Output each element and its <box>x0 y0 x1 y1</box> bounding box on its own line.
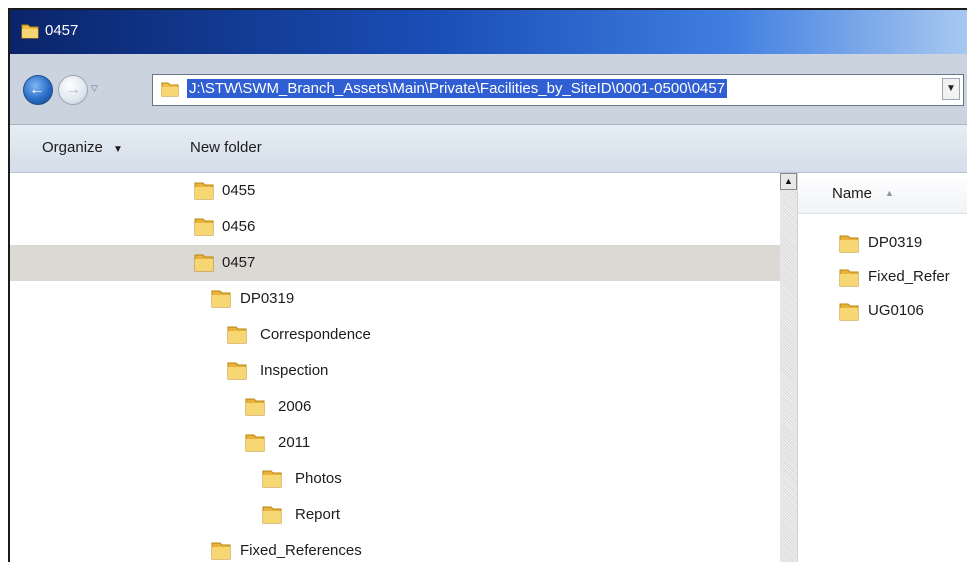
window-title: 0457 <box>45 22 79 39</box>
file-list-pane: Name ▲ DP0319 Fixed_Refer UG0106 <box>797 173 967 562</box>
tree-item-label: Photos <box>295 470 342 487</box>
navigation-bar: ← → ▽ J:\STW\SWM_Branch_Assets\Main\Priv… <box>10 54 967 125</box>
folder-icon <box>193 253 215 278</box>
folder-icon <box>261 505 283 530</box>
explorer-window: 0457 ← → ▽ J:\STW\SWM_Branch_Assets\Main… <box>8 8 967 562</box>
tree-item-label: Fixed_References <box>240 542 362 559</box>
file-list-item[interactable]: Fixed_Refer <box>798 261 967 295</box>
sort-ascending-icon: ▲ <box>885 188 894 198</box>
new-folder-button[interactable]: New folder <box>190 139 262 156</box>
file-list-item-label: DP0319 <box>868 234 923 251</box>
tree-item-label: DP0319 <box>240 290 295 307</box>
file-list-item[interactable]: UG0106 <box>798 295 967 329</box>
tree-item[interactable]: Inspection <box>10 353 780 389</box>
tree-item[interactable]: 2011 <box>10 425 780 461</box>
folder-icon <box>210 289 232 314</box>
folder-icon <box>21 22 39 45</box>
folder-icon <box>226 361 248 386</box>
folder-icon <box>210 541 232 562</box>
file-list-item-label: Fixed_Refer <box>868 268 950 285</box>
tree-item[interactable]: Fixed_References <box>10 533 780 562</box>
tree-item-label: 0457 <box>222 254 256 271</box>
tree-item-label: 0455 <box>222 182 256 199</box>
tree-item-label: Inspection <box>260 362 329 379</box>
tree-item-label: Correspondence <box>260 326 371 343</box>
tree-item[interactable]: 2006 <box>10 389 780 425</box>
folder-icon <box>161 80 179 103</box>
folder-icon <box>261 469 283 494</box>
address-bar[interactable]: J:\STW\SWM_Branch_Assets\Main\Private\Fa… <box>152 74 964 106</box>
folder-icon <box>838 302 860 327</box>
tree-item-label: 2011 <box>278 434 311 451</box>
tree-scrollbar[interactable]: ▲ <box>780 173 797 562</box>
chevron-down-icon: ▼ <box>113 144 123 155</box>
scroll-up-button[interactable]: ▲ <box>780 173 797 190</box>
back-arrow-icon: ← <box>29 81 45 98</box>
folder-icon <box>244 433 266 458</box>
name-column-header[interactable]: Name ▲ <box>798 173 967 214</box>
tree-item[interactable]: DP0319 <box>10 281 780 317</box>
tree-item-label: Report <box>295 506 341 523</box>
folder-icon <box>193 181 215 206</box>
organize-button[interactable]: Organize ▼ <box>42 139 123 156</box>
folder-icon <box>244 397 266 422</box>
tree-item-label: 2006 <box>278 398 312 415</box>
title-bar[interactable]: 0457 <box>10 10 967 54</box>
tree-item[interactable]: 0455 <box>10 173 780 209</box>
forward-button[interactable]: → <box>58 75 88 105</box>
navigation-tree: 0455 0456 0457 DP0319 Correspondence Ins… <box>10 173 780 562</box>
back-button[interactable]: ← <box>23 75 53 105</box>
recent-pages-dropdown-icon[interactable]: ▽ <box>91 83 98 94</box>
file-list-item-label: UG0106 <box>868 302 924 319</box>
tree-item[interactable]: Photos <box>10 461 780 497</box>
file-list-item[interactable]: DP0319 <box>798 227 967 261</box>
address-dropdown-button[interactable]: ▼ <box>942 78 960 100</box>
tree-item[interactable]: 0456 <box>10 209 780 245</box>
tree-item[interactable]: Report <box>10 497 780 533</box>
address-path[interactable]: J:\STW\SWM_Branch_Assets\Main\Private\Fa… <box>187 79 728 98</box>
folder-icon <box>226 325 248 350</box>
folder-icon <box>838 268 860 293</box>
tree-item-selected[interactable]: 0457 <box>10 245 780 281</box>
tree-item[interactable]: Correspondence <box>10 317 780 353</box>
organize-label: Organize <box>42 139 103 156</box>
tree-item-label: 0456 <box>222 218 256 235</box>
folder-icon <box>838 234 860 259</box>
column-header-label: Name <box>832 185 873 202</box>
forward-arrow-icon: → <box>65 81 81 98</box>
command-toolbar: Organize ▼ New folder <box>10 125 967 173</box>
folder-icon <box>193 217 215 242</box>
